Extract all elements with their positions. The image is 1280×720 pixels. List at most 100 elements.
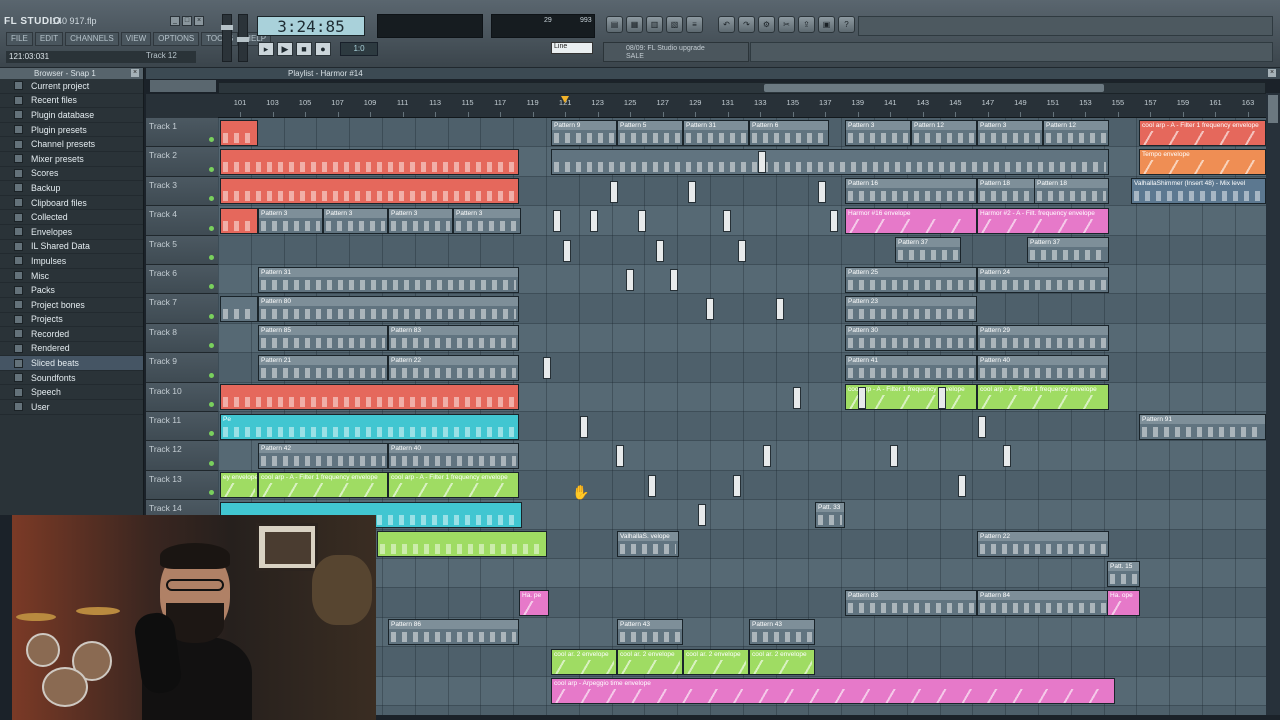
browser-item[interactable]: Speech — [0, 385, 143, 401]
browser-item[interactable]: Projects — [0, 313, 143, 328]
track-header[interactable]: Track 13 — [146, 470, 218, 501]
pattern-clip[interactable]: cool arp - A - Filter 1 frequency envelo… — [388, 472, 519, 499]
pattern-clip[interactable] — [1003, 445, 1011, 468]
pattern-clip[interactable] — [793, 386, 801, 409]
browser-item[interactable]: Plugin database — [0, 108, 143, 123]
pattern-clip[interactable]: Pattern 86 — [388, 619, 519, 646]
pattern-clip[interactable]: Pattern 31 — [258, 266, 519, 293]
pattern-clip[interactable]: Pattern 18 — [1034, 178, 1109, 205]
pattern-clip[interactable] — [220, 148, 519, 175]
pattern-clip[interactable] — [626, 269, 634, 291]
track-enable-led[interactable] — [209, 372, 214, 378]
pattern-clip[interactable]: Ha. pe — [519, 589, 549, 616]
pattern-song-toggle[interactable]: ▸ — [258, 42, 274, 56]
menu-file[interactable]: FILE — [6, 32, 33, 46]
piano-roll-icon[interactable]: ▥ — [646, 16, 663, 33]
track-enable-led[interactable] — [209, 225, 214, 231]
play-button[interactable]: ▶ — [277, 42, 293, 56]
pattern-clip[interactable] — [698, 504, 706, 527]
pattern-clip[interactable]: cool arp - A - Filter 1 frequency envelo… — [258, 472, 388, 499]
track-enable-led[interactable] — [209, 254, 214, 260]
step-sequencer-icon[interactable]: ▦ — [626, 16, 643, 33]
pattern-clip[interactable]: cool ar. 2 envelope — [683, 648, 749, 675]
tools-icon[interactable]: ✂ — [778, 16, 795, 33]
browser-item[interactable]: Sliced beats — [0, 356, 143, 371]
pattern-clip[interactable]: Pattern 3 — [977, 119, 1043, 146]
pattern-clip[interactable]: Ha. ope — [1107, 589, 1140, 616]
pattern-clip[interactable]: Harmor #16 envelope — [845, 207, 977, 234]
pattern-clip[interactable]: Pattern 22 — [388, 354, 519, 381]
browser-item[interactable]: Envelopes — [0, 225, 143, 240]
browser-item[interactable]: Current project — [0, 79, 143, 94]
pattern-clip[interactable] — [958, 474, 966, 497]
pattern-clip[interactable] — [220, 295, 258, 322]
track-enable-led[interactable] — [209, 137, 214, 143]
scroll-thumb[interactable] — [764, 84, 1104, 92]
pattern-clip[interactable]: Pattern 83 — [845, 589, 977, 616]
pattern-clip[interactable] — [563, 239, 571, 262]
track-header[interactable]: Track 7 — [146, 294, 218, 324]
vertical-scrollbar[interactable] — [1266, 93, 1280, 715]
pattern-clip[interactable]: Harmor #2 - A - Filt. frequency envelope — [977, 207, 1109, 234]
pattern-clip[interactable]: Pattern 22 — [977, 531, 1109, 558]
pattern-clip[interactable]: Pattern 29 — [977, 325, 1109, 352]
pattern-clip[interactable]: Pattern 37 — [895, 237, 961, 264]
pattern-clip[interactable]: ValhallaShimmer (Insert 48) - Mix level — [1131, 178, 1266, 205]
pattern-clip[interactable] — [723, 210, 731, 233]
redo-icon[interactable]: ↷ — [738, 16, 755, 33]
track-header[interactable]: Track 12 — [146, 441, 218, 471]
pattern-clip[interactable]: Pattern 21 — [258, 354, 388, 381]
pattern-clip[interactable]: Patt. 15 — [1107, 560, 1140, 587]
track-enable-led[interactable] — [209, 431, 214, 437]
song-position-display[interactable]: 3:24:85 — [257, 16, 365, 36]
browser-item[interactable]: Backup — [0, 181, 143, 196]
pattern-clip[interactable] — [858, 386, 866, 409]
pattern-clip[interactable]: Pattern 43 — [617, 619, 683, 646]
pattern-clip[interactable]: Pattern 85 — [258, 325, 388, 352]
pattern-clip[interactable] — [590, 210, 598, 233]
pattern-clip[interactable]: Pattern 84 — [977, 589, 1109, 616]
pattern-clip[interactable] — [648, 474, 656, 497]
track-enable-led[interactable] — [209, 401, 214, 407]
pattern-clip[interactable]: cool arp - A - Filter 1 frequency envelo… — [977, 384, 1109, 411]
pattern-clip[interactable] — [220, 178, 519, 205]
pattern-clip[interactable] — [688, 180, 696, 203]
horizontal-scrollbar[interactable] — [218, 82, 1266, 94]
track-enable-led[interactable] — [209, 343, 214, 349]
pattern-clip[interactable]: Pattern 40 — [977, 354, 1109, 381]
pattern-clip[interactable]: Pattern 40 — [388, 442, 519, 469]
pattern-clip[interactable]: Pattern 3 — [323, 207, 388, 234]
pattern-clip[interactable]: Pattern 16 — [845, 178, 977, 205]
mixer-icon[interactable]: ≡ — [686, 16, 703, 33]
timeline-ruler[interactable]: 101 103 105 107 109 111 113 115 117 119 121 123 125 1… — [218, 94, 1266, 118]
stop-button[interactable]: ■ — [296, 42, 312, 56]
pattern-clip[interactable]: cool arp - A - Filter 1 frequency envelo… — [1139, 119, 1266, 146]
track-enable-led[interactable] — [209, 313, 214, 319]
news-panel[interactable]: 08/09: FL Studio upgrade SALE — [603, 42, 749, 62]
track-header[interactable]: Track 1 — [146, 118, 218, 148]
pattern-clip[interactable]: Pattern 91 — [1139, 413, 1266, 440]
pattern-clip[interactable]: Pattern 12 — [1043, 119, 1109, 146]
browser-item[interactable]: Recent files — [0, 94, 143, 109]
browser-icon[interactable]: ▧ — [666, 16, 683, 33]
pattern-clip[interactable]: Pattern 37 — [1027, 237, 1109, 264]
pattern-clip[interactable]: Pattern 5 — [617, 119, 683, 146]
browser-item[interactable]: IL Shared Data — [0, 240, 143, 255]
pattern-clip[interactable] — [830, 210, 838, 233]
pattern-clip[interactable] — [938, 386, 946, 409]
pattern-clip[interactable] — [220, 207, 258, 234]
track-header[interactable]: Track 5 — [146, 235, 218, 265]
track-enable-led[interactable] — [209, 196, 214, 202]
track-header[interactable]: Track 10 — [146, 382, 218, 412]
pattern-clip[interactable]: Pattern 80 — [258, 295, 519, 322]
plugin-icon[interactable]: ⚙ — [758, 16, 775, 33]
browser-item[interactable]: Scores — [0, 167, 143, 182]
master-volume-slider[interactable] — [221, 14, 233, 62]
browser-item[interactable]: Mixer presets — [0, 152, 143, 167]
track-enable-led[interactable] — [209, 284, 214, 290]
pattern-clip[interactable] — [616, 445, 624, 468]
pattern-clip[interactable]: Pattern 42 — [258, 442, 388, 469]
browser-item[interactable]: Packs — [0, 283, 143, 298]
scroll-thumb[interactable] — [1268, 95, 1278, 123]
browser-item[interactable]: Plugin presets — [0, 123, 143, 138]
